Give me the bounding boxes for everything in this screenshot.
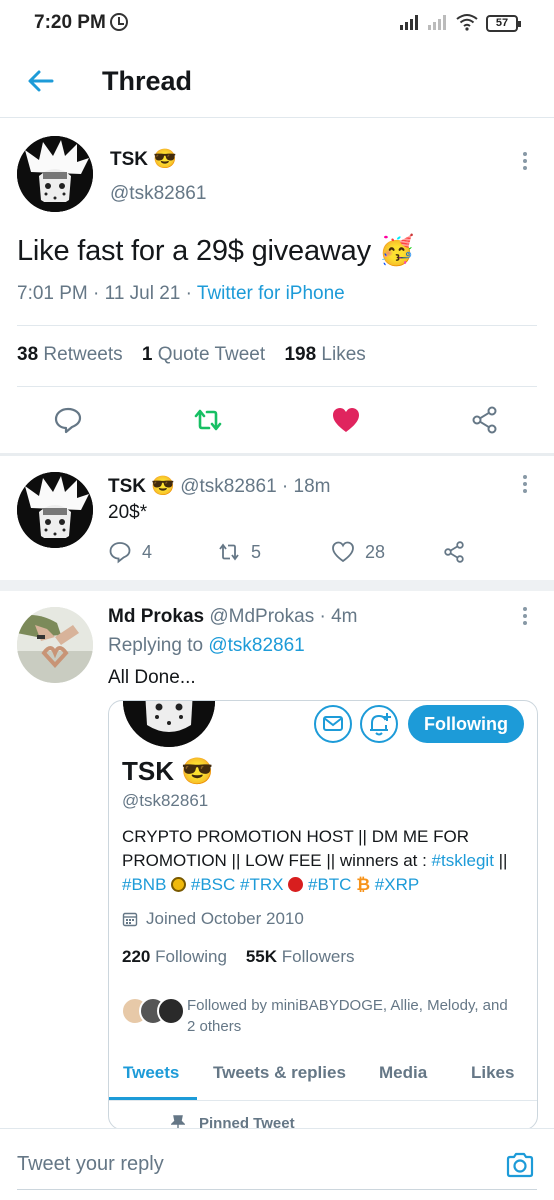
reply-input[interactable]: Tweet your reply: [17, 1153, 164, 1176]
more-options-icon[interactable]: [522, 475, 528, 496]
alarm-icon: [110, 13, 128, 31]
reply-author[interactable]: TSK 😎 @tsk82861 · 18m: [108, 474, 331, 498]
following-count[interactable]: 220 Following: [122, 947, 227, 966]
camera-icon[interactable]: [504, 1149, 536, 1181]
replying-to-link[interactable]: @tsk82861: [208, 635, 304, 656]
likes-stat[interactable]: 198 Likes: [284, 344, 379, 365]
retweet-icon: [219, 543, 239, 561]
reply-text: All Done...: [108, 667, 196, 688]
joined-date: Joined October 2010: [122, 909, 304, 929]
divider: [17, 325, 537, 326]
divider: [17, 386, 537, 387]
signal-icon: [400, 14, 422, 30]
followers-count[interactable]: 55K Followers: [246, 947, 355, 966]
more-options-icon[interactable]: [522, 152, 528, 173]
bnb-coin-icon: [171, 877, 187, 892]
profile-handle: @tsk82861: [122, 791, 209, 810]
reply-author[interactable]: Md Prokas @MdProkas · 4m: [108, 606, 358, 628]
tab-tweets[interactable]: Tweets: [123, 1063, 179, 1083]
mail-icon: [323, 716, 343, 731]
status-bar: 7:20 PM 57: [0, 0, 554, 48]
sunglasses-emoji: 😎: [153, 149, 177, 170]
sunglasses-emoji: 😎: [181, 756, 214, 786]
message-button[interactable]: [314, 705, 352, 743]
more-options-icon[interactable]: [522, 607, 528, 628]
retweet-button[interactable]: 5: [217, 540, 261, 564]
profile-name: TSK 😎: [122, 756, 214, 786]
calendar-icon: [122, 912, 138, 927]
hashtag-link[interactable]: #BNB: [122, 875, 166, 894]
active-tab-indicator: [109, 1097, 197, 1100]
replying-to: Replying to @tsk82861: [108, 635, 305, 656]
top-bar: Thread: [0, 48, 554, 118]
tweet-stats: 38 Retweets 1 Quote Tweet 198 Likes: [17, 344, 380, 366]
reply-icon[interactable]: [53, 405, 83, 435]
avatar[interactable]: [17, 472, 93, 548]
tweet-time: 7:01 PM: [17, 283, 88, 304]
page-title: Thread: [102, 66, 193, 96]
back-arrow-icon[interactable]: [24, 64, 58, 98]
hashtag-link[interactable]: #BTC: [308, 875, 351, 894]
like-button[interactable]: 28: [331, 540, 385, 564]
hashtag-link[interactable]: #tsklegit: [432, 851, 494, 870]
share-icon[interactable]: [442, 540, 466, 564]
quotes-stat[interactable]: 1 Quote Tweet: [142, 344, 279, 365]
hashtag-link[interactable]: #XRP: [375, 875, 419, 894]
divider: [17, 1189, 537, 1190]
author-handle[interactable]: @tsk82861: [110, 183, 206, 205]
battery-icon: 57: [486, 15, 521, 32]
retweet-icon[interactable]: [193, 405, 223, 435]
author-name[interactable]: TSK 😎: [110, 147, 177, 171]
follow-counts: 220 Following 55K Followers: [122, 947, 355, 967]
hashtag-link[interactable]: #TRX: [240, 875, 283, 894]
party-emoji: 🥳: [378, 235, 415, 267]
retweets-stat[interactable]: 38 Retweets: [17, 344, 137, 365]
hashtag-link[interactable]: #BSC: [191, 875, 235, 894]
reply-composer: Tweet your reply: [0, 1128, 554, 1200]
tweet-text: Like fast for a 29$ giveaway 🥳: [17, 235, 415, 267]
reply-button[interactable]: 4: [108, 540, 152, 564]
followed-by: Followed by miniBABYDOGE, Allie, Melody,…: [187, 997, 508, 1035]
avatar[interactable]: [17, 607, 93, 683]
signal-icon-secondary: [428, 14, 450, 30]
status-time: 7:20 PM: [34, 12, 106, 33]
following-button[interactable]: Following: [408, 705, 524, 743]
divider: [0, 453, 554, 456]
profile-tabs: Tweets Tweets & replies Media Likes: [109, 1051, 537, 1101]
wifi-icon: [456, 14, 478, 31]
reply-icon: [109, 542, 131, 564]
profile-card-image[interactable]: Following TSK 😎 @tsk82861 CRYPTO PROMOTI…: [108, 700, 538, 1130]
tab-likes[interactable]: Likes: [471, 1063, 514, 1083]
bitcoin-icon: ₿: [356, 875, 371, 894]
heart-icon: [332, 541, 354, 563]
divider: [0, 580, 554, 591]
share-icon[interactable]: [470, 405, 500, 435]
avatar[interactable]: [17, 136, 93, 212]
tab-tweets-replies[interactable]: Tweets & replies: [213, 1063, 346, 1083]
sunglasses-emoji: 😎: [151, 476, 175, 497]
bell-plus-icon: [370, 713, 391, 736]
card-avatar: [123, 701, 215, 747]
tweet-date: 11 Jul 21: [104, 283, 181, 304]
notifications-button[interactable]: [360, 705, 398, 743]
profile-bio: CRYPTO PROMOTION HOST || DM ME FOR PROMO…: [122, 827, 508, 894]
reply-text: 20$*: [108, 502, 148, 523]
follower-avatar: [157, 997, 185, 1025]
tweet-source-link[interactable]: Twitter for iPhone: [197, 283, 345, 304]
tweet-meta: 7:01 PM · 11 Jul 21 · Twitter for iPhone: [17, 283, 345, 304]
tab-media[interactable]: Media: [379, 1063, 427, 1083]
like-icon[interactable]: [331, 405, 361, 435]
trx-coin-icon: [288, 877, 304, 892]
